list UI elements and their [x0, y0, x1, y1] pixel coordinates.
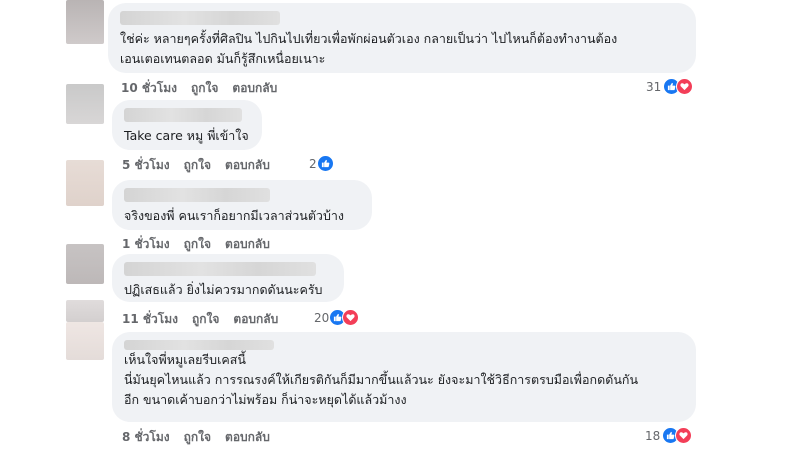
reaction-count: 31	[646, 79, 662, 94]
comment-text: Take care หมู พี่เข้าใจ	[124, 128, 249, 143]
reaction-count: 2	[309, 156, 317, 171]
reaction-count: 18	[645, 428, 661, 443]
reply-button[interactable]: ตอบกลับ	[225, 428, 270, 447]
comment-bubble: ใช่ค่ะ หลายๆครั้งที่ศิลปิน ไปกินไปเที่ยว…	[108, 3, 696, 73]
author-name-blurred[interactable]	[124, 188, 270, 202]
comment-bubble: เห็นใจพี่หมูเลยรีบเคสนี้ นี่มันยุคไหนแล้…	[112, 332, 696, 422]
avatar[interactable]	[66, 84, 104, 124]
comment-bubble: ปฏิเสธแล้ว ยิ่งไม่ควรมากดดันนะครับ	[112, 254, 344, 302]
avatar[interactable]	[66, 0, 104, 44]
comment-time[interactable]: 1 ชั่วโมง	[122, 235, 170, 254]
avatar[interactable]	[66, 160, 104, 206]
comment-time[interactable]: 8 ชั่วโมง	[122, 428, 170, 447]
like-button[interactable]: ถูกใจ	[184, 156, 211, 175]
like-icon	[316, 155, 334, 172]
reaction-count: 20	[314, 310, 330, 325]
comment-actions: 11 ชั่วโมง ถูกใจ ตอบกลับ	[122, 310, 278, 329]
avatar[interactable]	[66, 244, 104, 284]
reaction-summary[interactable]: 31	[646, 78, 694, 95]
author-name-blurred[interactable]	[124, 262, 316, 276]
comment-text: เห็นใจพี่หมูเลยรีบเคสนี้ นี่มันยุคไหนแล้…	[124, 352, 638, 407]
reply-button[interactable]: ตอบกลับ	[232, 79, 277, 98]
author-name-blurred[interactable]	[124, 340, 274, 350]
reaction-summary[interactable]: 18	[645, 427, 693, 444]
reply-button[interactable]: ตอบกลับ	[225, 235, 270, 254]
avatar[interactable]	[66, 322, 104, 360]
comment-bubble: Take care หมู พี่เข้าใจ	[112, 100, 262, 150]
like-button[interactable]: ถูกใจ	[191, 79, 218, 98]
love-icon	[342, 309, 360, 326]
reply-button[interactable]: ตอบกลับ	[225, 156, 270, 175]
love-icon	[676, 78, 694, 95]
like-button[interactable]: ถูกใจ	[184, 235, 211, 254]
reaction-summary[interactable]: 2	[309, 155, 334, 172]
avatar[interactable]	[66, 300, 104, 322]
comment-text: ปฏิเสธแล้ว ยิ่งไม่ควรมากดดันนะครับ	[124, 282, 323, 297]
comment-actions: 8 ชั่วโมง ถูกใจ ตอบกลับ	[122, 428, 270, 447]
love-icon	[675, 427, 693, 444]
reply-button[interactable]: ตอบกลับ	[233, 310, 278, 329]
like-button[interactable]: ถูกใจ	[192, 310, 219, 329]
comment-time[interactable]: 5 ชั่วโมง	[122, 156, 170, 175]
comment-actions: 1 ชั่วโมง ถูกใจ ตอบกลับ	[122, 235, 270, 254]
comment-time[interactable]: 10 ชั่วโมง	[121, 79, 177, 98]
comment-bubble: จริงของพี่ คนเราก็อยากมีเวลาส่วนตัวบ้าง	[112, 180, 372, 230]
comment-text: ใช่ค่ะ หลายๆครั้งที่ศิลปิน ไปกินไปเที่ยว…	[120, 31, 618, 66]
like-button[interactable]: ถูกใจ	[184, 428, 211, 447]
comment-time[interactable]: 11 ชั่วโมง	[122, 310, 178, 329]
reaction-summary[interactable]: 20	[314, 309, 360, 326]
author-name-blurred[interactable]	[120, 11, 280, 25]
author-name-blurred[interactable]	[124, 108, 242, 122]
comment-actions: 10 ชั่วโมง ถูกใจ ตอบกลับ	[121, 79, 277, 98]
comment-actions: 5 ชั่วโมง ถูกใจ ตอบกลับ	[122, 156, 270, 175]
comment-text: จริงของพี่ คนเราก็อยากมีเวลาส่วนตัวบ้าง	[124, 208, 345, 223]
